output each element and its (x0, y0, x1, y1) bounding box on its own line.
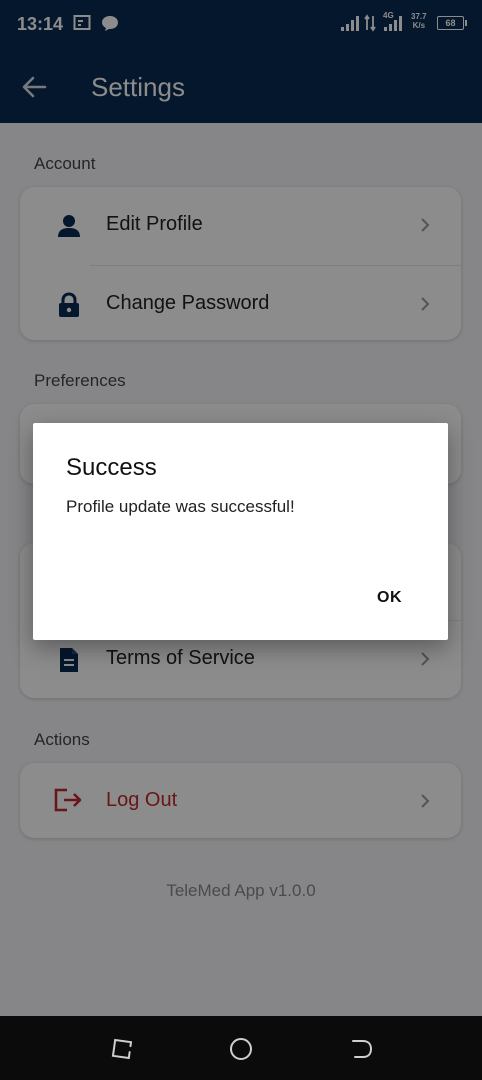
dialog-title: Success (66, 454, 157, 481)
home-icon[interactable] (228, 1036, 254, 1062)
recent-apps-icon[interactable] (109, 1036, 135, 1062)
success-dialog: Success Profile update was successful! O… (33, 423, 448, 640)
dialog-message: Profile update was successful! (66, 497, 295, 516)
back-nav-icon[interactable] (348, 1036, 374, 1062)
system-nav-bar (0, 1016, 482, 1080)
ok-button[interactable]: OK (359, 583, 420, 613)
